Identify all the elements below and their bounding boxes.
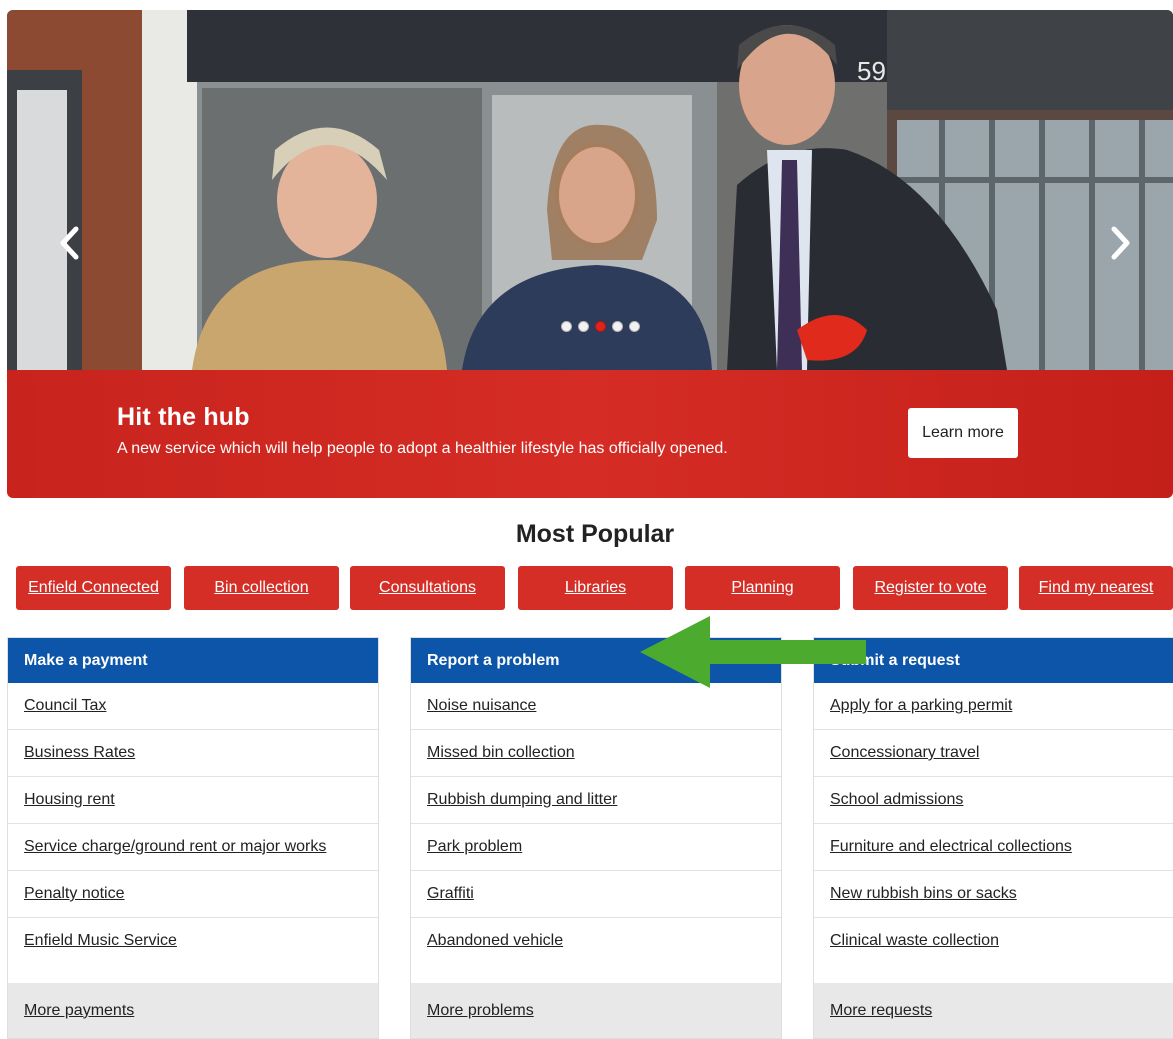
- more-problems-link[interactable]: More problems: [411, 983, 781, 1038]
- panel-link-clinical-waste[interactable]: Clinical waste collection: [814, 918, 1173, 964]
- hero-carousel: 59 Hit the hub A new service which will …: [7, 10, 1173, 498]
- learn-more-button[interactable]: Learn more: [908, 408, 1018, 458]
- popular-link-planning[interactable]: Planning: [685, 566, 840, 610]
- panel-link-furniture-collections[interactable]: Furniture and electrical collections: [814, 824, 1173, 871]
- more-requests-link[interactable]: More requests: [814, 983, 1173, 1038]
- panel-link-new-rubbish-bins[interactable]: New rubbish bins or sacks: [814, 871, 1173, 918]
- carousel-dot[interactable]: [612, 321, 623, 332]
- carousel-next-button[interactable]: [1101, 218, 1141, 268]
- panel-link-rubbish-dumping[interactable]: Rubbish dumping and litter: [411, 777, 781, 824]
- panel-link-noise-nuisance[interactable]: Noise nuisance: [411, 683, 781, 730]
- carousel-dot[interactable]: [629, 321, 640, 332]
- popular-link-enfield-connected[interactable]: Enfield Connected: [16, 566, 171, 610]
- panel-link-missed-bin-collection[interactable]: Missed bin collection: [411, 730, 781, 777]
- shop-number-text: 59: [857, 56, 886, 86]
- popular-link-bin-collection[interactable]: Bin collection: [184, 566, 339, 610]
- panel-link-housing-rent[interactable]: Housing rent: [8, 777, 378, 824]
- panel-link-parking-permit[interactable]: Apply for a parking permit: [814, 683, 1173, 730]
- panel-report-a-problem: Report a problem Noise nuisance Missed b…: [410, 637, 782, 1039]
- panel-header: Make a payment: [8, 638, 378, 683]
- most-popular-heading: Most Popular: [515, 520, 675, 548]
- carousel-dots: [561, 321, 640, 332]
- carousel-dot[interactable]: [578, 321, 589, 332]
- carousel-prev-button[interactable]: [49, 218, 89, 268]
- panel-link-penalty-notice[interactable]: Penalty notice: [8, 871, 378, 918]
- panel-link-abandoned-vehicle[interactable]: Abandoned vehicle: [411, 918, 781, 964]
- popular-link-consultations[interactable]: Consultations: [350, 566, 505, 610]
- panel-link-service-charge[interactable]: Service charge/ground rent or major work…: [8, 824, 378, 871]
- carousel-dot-active[interactable]: [595, 321, 606, 332]
- panel-link-council-tax[interactable]: Council Tax: [8, 683, 378, 730]
- popular-link-libraries[interactable]: Libraries: [518, 566, 673, 610]
- hero-description: A new service which will help people to …: [117, 440, 728, 457]
- chevron-left-icon: [60, 226, 79, 260]
- hero-caption: Hit the hub A new service which will hel…: [7, 370, 1173, 498]
- panel-submit-a-request: Submit a request Apply for a parking per…: [813, 637, 1173, 1039]
- hero-title: Hit the hub: [117, 403, 250, 431]
- green-arrow-annotation-icon: [640, 616, 866, 688]
- panel-link-park-problem[interactable]: Park problem: [411, 824, 781, 871]
- more-payments-link[interactable]: More payments: [8, 983, 378, 1038]
- popular-link-find-my-nearest[interactable]: Find my nearest: [1019, 566, 1173, 610]
- popular-link-register-to-vote[interactable]: Register to vote: [853, 566, 1008, 610]
- panel-link-graffiti[interactable]: Graffiti: [411, 871, 781, 918]
- panel-link-business-rates[interactable]: Business Rates: [8, 730, 378, 777]
- hero-photo: 59: [7, 10, 1173, 370]
- panel-link-enfield-music-service[interactable]: Enfield Music Service: [8, 918, 378, 964]
- chevron-right-icon: [1111, 226, 1130, 260]
- panel-make-a-payment: Make a payment Council Tax Business Rate…: [7, 637, 379, 1039]
- panel-link-school-admissions[interactable]: School admissions: [814, 777, 1173, 824]
- panel-link-concessionary-travel[interactable]: Concessionary travel: [814, 730, 1173, 777]
- carousel-dot[interactable]: [561, 321, 572, 332]
